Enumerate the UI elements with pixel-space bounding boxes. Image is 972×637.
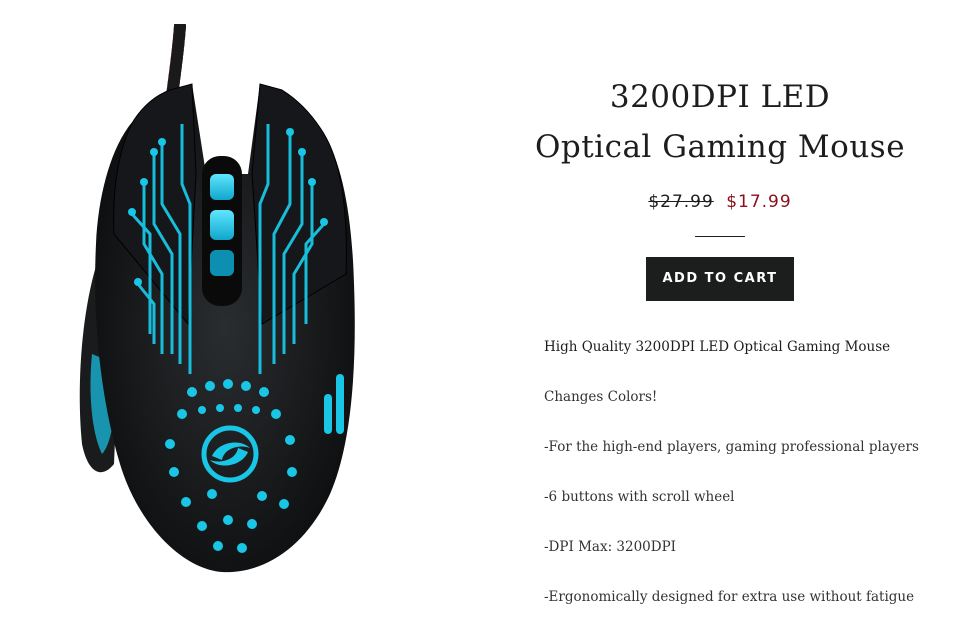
gaming-mouse-illustration xyxy=(79,24,355,573)
product-description: High Quality 3200DPI LED Optical Gaming … xyxy=(500,337,940,607)
sale-price: $17.99 xyxy=(726,192,792,212)
product-title-line1: 3200DPI LED xyxy=(609,79,831,115)
scroll-wheel xyxy=(202,156,242,306)
product-details: 3200DPI LED Optical Gaming Mouse $27.99 … xyxy=(500,72,940,637)
cart-wrap: ADD TO CART xyxy=(500,257,940,301)
original-price: $27.99 xyxy=(648,192,714,212)
description-line: -DPI Max: 3200DPI xyxy=(544,539,677,555)
description-line: -Ergonomically designed for extra use wi… xyxy=(544,589,915,605)
title-divider xyxy=(695,236,745,237)
add-to-cart-button[interactable]: ADD TO CART xyxy=(646,257,794,301)
price-row: $27.99 $17.99 xyxy=(500,192,940,212)
description-line: High Quality 3200DPI LED Optical Gaming … xyxy=(544,339,891,355)
product-title: 3200DPI LED Optical Gaming Mouse xyxy=(500,72,940,172)
product-title-line2: Optical Gaming Mouse xyxy=(534,129,906,165)
product-image[interactable] xyxy=(62,24,362,576)
description-line: Changes Colors! xyxy=(544,389,658,405)
description-line: -For the high-end players, gaming profes… xyxy=(544,439,919,455)
description-line: -6 buttons with scroll wheel xyxy=(544,489,735,505)
